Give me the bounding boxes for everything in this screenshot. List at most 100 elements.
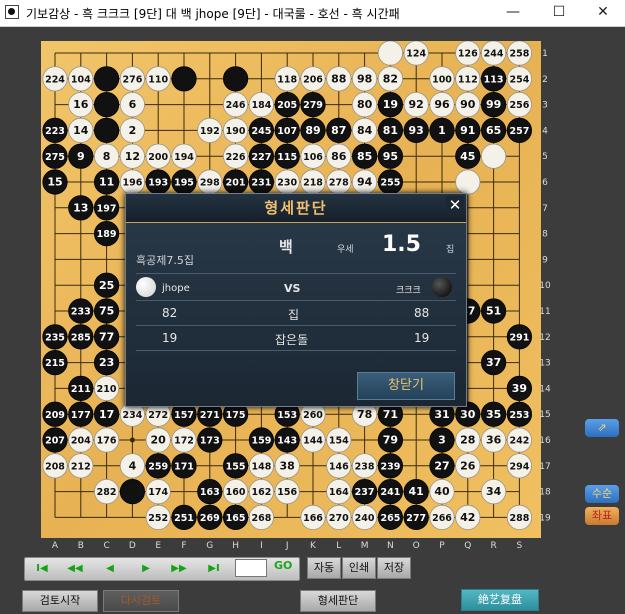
stone-move-number: 35 <box>486 408 501 421</box>
review-again-button[interactable]: 다시검토 <box>103 590 179 612</box>
stone-move-number: 234 <box>122 410 142 421</box>
stone-move-number: 244 <box>484 49 504 60</box>
auto-play-button[interactable]: 자동 <box>307 557 341 579</box>
advantage-label: 우세 <box>337 245 354 255</box>
fast-forward-button[interactable]: ▶▶ <box>169 560 189 577</box>
column-label: R <box>490 541 496 551</box>
dialog-close-icon[interactable]: ✕ <box>446 196 464 214</box>
forward-button[interactable]: ▶ <box>139 560 153 577</box>
column-label: F <box>181 541 186 551</box>
white-stone: 196 <box>119 169 146 195</box>
black-stone: 241 <box>377 478 403 505</box>
fast-back-button[interactable]: ◀◀ <box>65 560 85 577</box>
stone-move-number: 240 <box>355 513 375 524</box>
black-stone: 277 <box>403 504 429 530</box>
black-stone: 155 <box>223 453 249 479</box>
black-stone: 215 <box>42 349 68 376</box>
white-stone: 8 <box>93 143 120 169</box>
go-button[interactable]: GO <box>274 559 292 572</box>
white-stone: 244 <box>481 41 507 66</box>
black-stone: 269 <box>197 504 223 530</box>
stone-move-number: 193 <box>148 178 168 189</box>
stone-move-number: 174 <box>148 487 168 498</box>
white-stone: 42 <box>455 504 481 530</box>
black-stone: 65 <box>480 117 507 144</box>
black-stone: 9 <box>68 143 94 169</box>
stone-move-number: 257 <box>509 126 529 137</box>
maximize-button[interactable]: ☐ <box>539 0 579 26</box>
stone-move-number: 166 <box>303 513 323 524</box>
minimize-button[interactable]: — <box>493 0 533 26</box>
white-stone: 184 <box>248 91 274 118</box>
coordinates-button[interactable]: 좌표 <box>585 507 619 525</box>
white-stone: 254 <box>506 66 532 92</box>
stone-move-number: 162 <box>251 487 271 498</box>
black-stone: 195 <box>171 169 197 195</box>
white-stone: 208 <box>42 453 68 479</box>
black-stone: 17 <box>93 401 120 427</box>
white-stone: 14 <box>68 117 94 144</box>
stone-move-number: 13 <box>73 201 88 214</box>
stone-move-number: 252 <box>148 513 168 524</box>
print-button[interactable]: 인쇄 <box>342 557 376 579</box>
black-stone: 11 <box>93 169 120 195</box>
black-stone: 177 <box>68 401 94 427</box>
black-stone: 251 <box>171 504 197 530</box>
white-stone: 282 <box>93 478 120 505</box>
move-sequence-button[interactable]: 수순 <box>585 485 619 503</box>
stone-move-number: 231 <box>251 178 271 189</box>
dialog-close-button[interactable]: 창닫기 <box>357 372 455 400</box>
stone-move-number: 238 <box>355 461 375 472</box>
close-window-button[interactable]: ✕ <box>583 0 623 26</box>
column-label: I <box>260 541 263 551</box>
stone-move-number: 14 <box>73 124 89 137</box>
white-stone: 26 <box>455 453 481 479</box>
stone-move-number: 93 <box>409 124 424 137</box>
save-button[interactable]: 저장 <box>377 557 411 579</box>
last-move-button[interactable]: ▶I <box>207 560 221 577</box>
black-stone: 245 <box>248 117 274 144</box>
back-button[interactable]: ◀ <box>103 560 117 577</box>
black-stone: 115 <box>274 143 300 169</box>
black-stone: 19 <box>377 91 403 118</box>
black-stone: 255 <box>377 169 403 195</box>
stone-move-number: 38 <box>280 459 295 472</box>
stone-move-number: 51 <box>486 305 501 318</box>
stone-move-number: 224 <box>45 74 65 85</box>
stone-move-number: 272 <box>148 410 168 421</box>
stone-move-number: 233 <box>71 307 91 318</box>
golaxy-review-button[interactable]: 絶艺复盘 <box>461 589 539 611</box>
black-stone: 165 <box>223 504 249 530</box>
row-label: 19 <box>539 513 551 523</box>
move-number-input[interactable] <box>235 559 267 577</box>
black-stone: 227 <box>248 143 274 169</box>
dialog-title: 형세판단 <box>126 194 466 223</box>
column-label: J <box>285 541 289 551</box>
stone-move-number: 26 <box>460 459 476 472</box>
stone-move-number: 4 <box>129 459 137 472</box>
white-stone: 206 <box>300 66 326 92</box>
first-move-button[interactable]: I◀ <box>35 560 49 577</box>
stone-move-number: 12 <box>125 150 140 163</box>
stone-move-number: 110 <box>148 74 168 85</box>
black-stone: 197 <box>93 195 120 221</box>
black-stone: 3 <box>429 427 455 453</box>
black-stone <box>93 117 120 144</box>
white-stone <box>480 143 507 169</box>
white-stone: 84 <box>351 117 378 144</box>
stone-move-number: 164 <box>329 487 349 498</box>
stone-move-number: 143 <box>277 436 297 447</box>
export-icon[interactable]: ⇗ <box>585 419 619 437</box>
position-judgment-button[interactable]: 형세판단 <box>300 590 376 612</box>
white-player-name: jhope <box>162 283 190 294</box>
white-stone: 112 <box>455 66 481 92</box>
white-stone: 144 <box>300 427 326 453</box>
black-stone: 39 <box>506 375 532 401</box>
black-stone: 291 <box>506 324 532 350</box>
window-title: 기보감상 - 흑 크크크 [9단] 대 백 jhope [9단] - 대국룰 -… <box>26 7 400 21</box>
white-stone: 106 <box>300 143 326 169</box>
white-stone: 6 <box>119 91 146 118</box>
review-start-button[interactable]: 검토시작 <box>22 590 98 612</box>
black-stone <box>223 66 249 92</box>
stone-move-number: 3 <box>438 434 446 447</box>
